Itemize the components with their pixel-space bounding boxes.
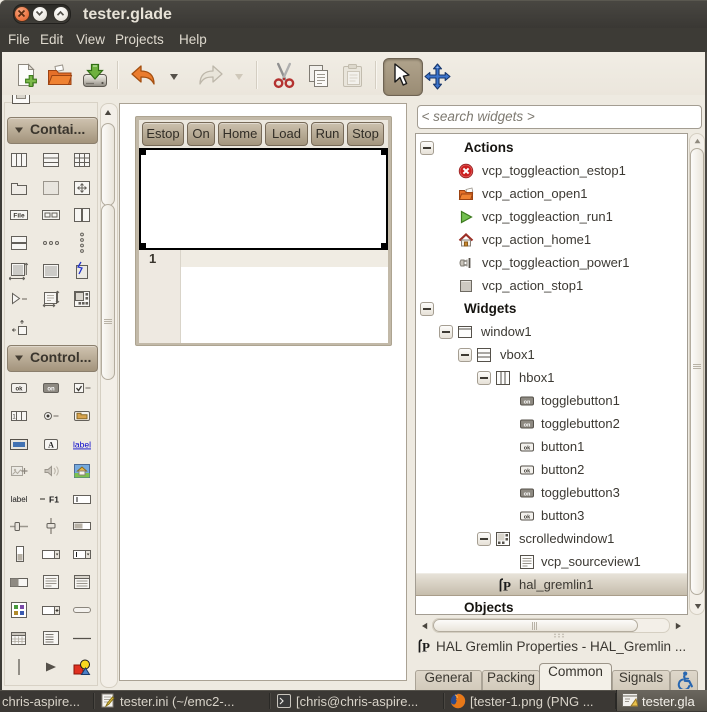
svg-text:on: on bbox=[524, 491, 531, 497]
svg-text:A: A bbox=[48, 441, 54, 450]
svg-text:ok: ok bbox=[524, 445, 531, 451]
svg-text:label: label bbox=[73, 440, 91, 450]
svg-text:on: on bbox=[524, 399, 531, 405]
svg-text:ok: ok bbox=[524, 514, 531, 520]
svg-text:on: on bbox=[47, 387, 55, 393]
svg-text:label: label bbox=[11, 495, 28, 504]
svg-text:ok: ok bbox=[15, 387, 23, 393]
svg-text:P: P bbox=[422, 640, 430, 655]
svg-text:File: File bbox=[13, 213, 25, 220]
svg-text:P: P bbox=[503, 578, 511, 593]
svg-text:F1: F1 bbox=[49, 495, 59, 505]
svg-text:on: on bbox=[524, 422, 531, 428]
svg-text:ok: ok bbox=[524, 468, 531, 474]
